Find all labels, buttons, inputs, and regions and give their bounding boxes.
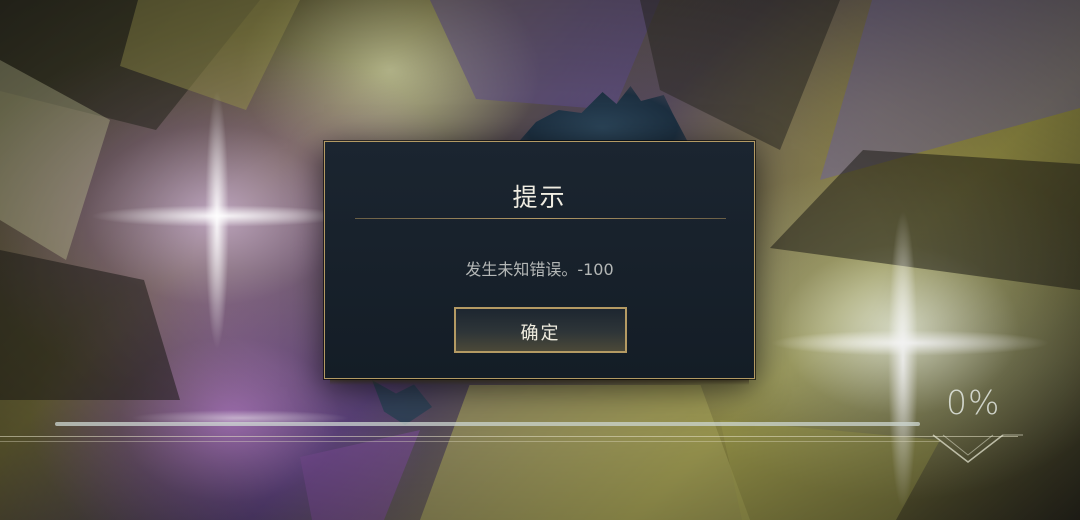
dialog-message: 发生未知错误。-100 — [465, 260, 614, 279]
loading-progress-bar — [55, 422, 920, 426]
progress-decoration-line — [0, 441, 940, 442]
progress-decoration-line — [0, 436, 1018, 437]
dialog-title: 提示 — [512, 183, 567, 212]
dialog-shadow-edge — [330, 379, 749, 385]
confirm-button[interactable]: 确定 — [454, 307, 627, 353]
dialog-divider — [355, 218, 726, 219]
confirm-button-label: 确定 — [520, 323, 561, 344]
error-dialog: 提示 发生未知错误。-100 确定 — [324, 141, 755, 379]
progress-chevron-decoration — [932, 434, 1023, 463]
loading-percent-text: 0% — [946, 383, 1001, 422]
